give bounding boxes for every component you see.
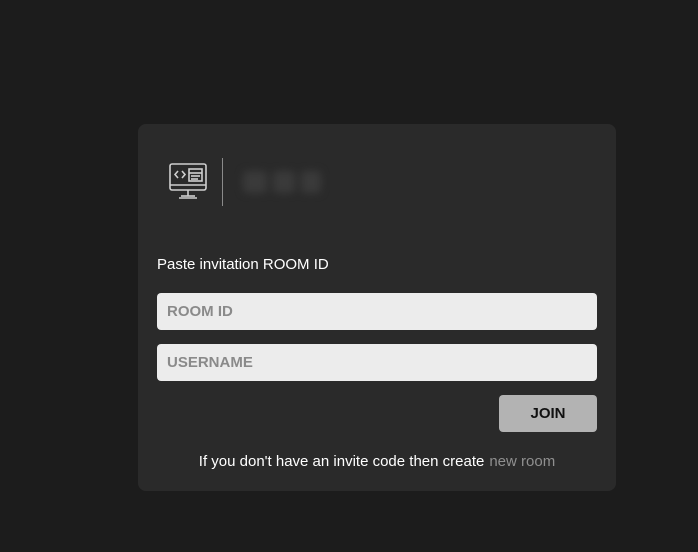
join-room-card: Paste invitation ROOM ID JOIN If you don… bbox=[138, 124, 616, 491]
room-id-input[interactable] bbox=[157, 293, 597, 330]
logo-wordmark bbox=[243, 169, 343, 195]
create-room-footer: If you don't have an invite code then cr… bbox=[138, 453, 616, 470]
join-button[interactable]: JOIN bbox=[499, 395, 597, 432]
footer-text: If you don't have an invite code then cr… bbox=[198, 453, 485, 470]
logo-divider bbox=[222, 158, 223, 206]
code-monitor-icon bbox=[166, 160, 210, 204]
new-room-link[interactable]: new room bbox=[489, 453, 555, 470]
logo bbox=[166, 158, 343, 206]
room-id-label: Paste invitation ROOM ID bbox=[157, 256, 329, 273]
page: Paste invitation ROOM ID JOIN If you don… bbox=[0, 0, 698, 552]
username-input[interactable] bbox=[157, 344, 597, 381]
